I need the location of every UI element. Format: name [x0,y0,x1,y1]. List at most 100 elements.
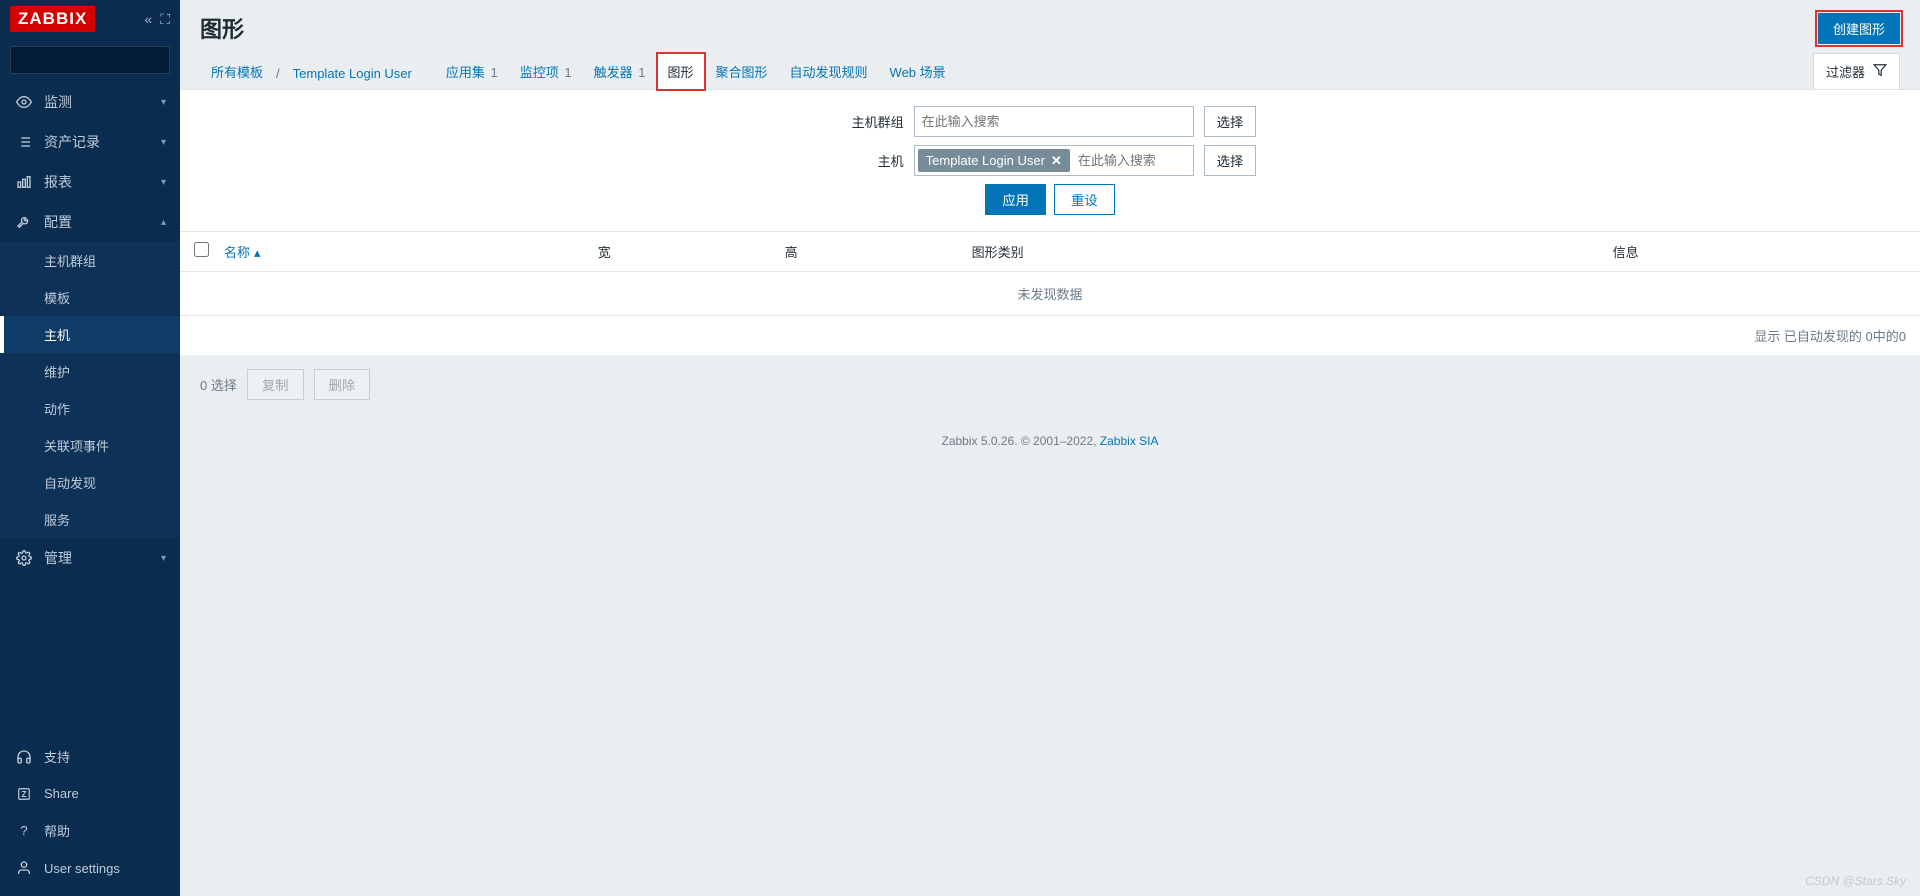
footer-prefix: Zabbix 5.0.26. © 2001–2022, [942,434,1100,448]
list-icon [14,134,34,150]
host-tag[interactable]: Template Login User ✕ [918,149,1070,172]
apply-button[interactable]: 应用 [985,184,1046,215]
chevron-down-icon: ▾ [161,137,166,148]
subnav-actions[interactable]: 动作 [0,390,180,427]
nav-label: 帮助 [44,821,70,840]
footer: Zabbix 5.0.26. © 2001–2022, Zabbix SIA [180,414,1920,452]
page-header: 图形 创建图形 [180,0,1920,52]
eye-icon [14,94,34,110]
footer-link[interactable]: Zabbix SIA [1100,434,1159,448]
breadcrumb-sep: / [274,58,282,89]
nav: 监测 ▾ 资产记录 ▾ 报表 ▾ 配置 ▴ 主机群组 模板 主机 维护 动作 关… [0,82,180,737]
col-name[interactable]: 名称▴ [224,242,598,261]
filter-host-label: 主机 [844,145,904,170]
nav-label: 配置 [44,212,72,232]
breadcrumb-template[interactable]: Template Login User [282,57,423,89]
nav-support[interactable]: 支持 [0,737,180,776]
collapse-icon[interactable]: « [144,11,152,28]
bottom-nav: 支持 Z Share ? 帮助 User settings [0,737,180,896]
tab-discovery[interactable]: 自动发现规则 [779,53,879,89]
subnav-correlation[interactable]: 关联项事件 [0,427,180,464]
table-empty: 未发现数据 [180,272,1920,316]
sort-asc-icon: ▴ [254,245,261,260]
nav-help[interactable]: ? 帮助 [0,811,180,850]
config-subnav: 主机群组 模板 主机 维护 动作 关联项事件 自动发现 服务 [0,242,180,538]
chevron-down-icon: ▾ [161,177,166,188]
nav-label: 监测 [44,92,72,112]
nav-inventory[interactable]: 资产记录 ▾ [0,122,180,162]
user-icon [14,860,34,876]
watermark: CSDN @Stars.Sky [1805,874,1906,888]
chevron-down-icon: ▾ [161,553,166,564]
nav-label: 支持 [44,747,70,766]
nav-label: User settings [44,861,120,876]
filter-host-input[interactable]: Template Login User ✕ [914,145,1194,176]
nav-user-settings[interactable]: User settings [0,850,180,886]
data-table: 名称▴ 宽 高 图形类别 信息 未发现数据 显示 已自动发现的 0中的0 [180,232,1920,355]
expand-icon[interactable]: ⛶ [160,11,170,28]
select-host-button[interactable]: 选择 [1204,145,1257,176]
filter-hostgroup-label: 主机群组 [844,106,904,131]
copy-button[interactable]: 复制 [247,369,304,400]
search-input[interactable] [19,53,196,68]
subnav-discovery[interactable]: 自动发现 [0,464,180,501]
nav-monitoring[interactable]: 监测 ▾ [0,82,180,122]
host-search[interactable] [1074,149,1190,172]
nav-config[interactable]: 配置 ▴ [0,202,180,242]
tab-items[interactable]: 监控项 1 [509,53,583,89]
chevron-down-icon: ▾ [161,97,166,108]
create-graph-button[interactable]: 创建图形 [1818,13,1900,44]
reset-button[interactable]: 重设 [1054,184,1115,215]
nav-label: 资产记录 [44,132,100,152]
filter-panel: 主机群组 选择 主机 Template Login User ✕ 选择 应用 重… [180,90,1920,232]
action-bar: 0 选择 复制 删除 [180,355,1920,414]
main-content: 图形 创建图形 所有模板 / Template Login User 应用集 1… [180,0,1920,896]
hostgroup-search[interactable] [918,110,1190,133]
search-box[interactable] [10,46,170,74]
nav-label: 报表 [44,172,72,192]
headphones-icon [14,749,34,765]
page-title: 图形 [200,12,244,44]
table-head: 名称▴ 宽 高 图形类别 信息 [180,232,1920,272]
tab-applications[interactable]: 应用集 1 [435,53,509,89]
select-all-checkbox[interactable] [194,242,209,257]
nav-label: Share [44,786,79,801]
z-icon: Z [14,787,34,801]
nav-label: 管理 [44,548,72,568]
subnav-maintenance[interactable]: 维护 [0,353,180,390]
tab-screens[interactable]: 聚合图形 [705,53,779,89]
wrench-icon [14,214,34,230]
table-footer: 显示 已自动发现的 0中的0 [180,316,1920,355]
logo[interactable]: ZABBIX [10,6,95,32]
tab-triggers[interactable]: 触发器 1 [583,53,657,89]
tab-graphs[interactable]: 图形 [657,53,705,90]
sidebar: ZABBIX « ⛶ 监测 ▾ 资产记录 ▾ 报表 ▾ 配置 ▴ [0,0,180,896]
filter-toggle[interactable]: 过滤器 [1813,53,1900,89]
tabs-nav: 所有模板 / Template Login User 应用集 1 监控项 1 触… [180,52,1920,90]
breadcrumb-all-templates[interactable]: 所有模板 [200,53,274,89]
delete-button[interactable]: 删除 [314,369,371,400]
select-hostgroup-button[interactable]: 选择 [1204,106,1257,137]
subnav-templates[interactable]: 模板 [0,279,180,316]
col-height[interactable]: 高 [785,242,972,261]
col-type[interactable]: 图形类别 [972,242,1346,261]
col-width[interactable]: 宽 [598,242,785,261]
svg-text:Z: Z [22,789,27,798]
subnav-hosts[interactable]: 主机 [0,316,180,353]
subnav-hostgroups[interactable]: 主机群组 [0,242,180,279]
tag-remove-icon[interactable]: ✕ [1051,153,1062,169]
tag-text: Template Login User [926,153,1045,168]
filter-icon [1873,63,1887,80]
chevron-up-icon: ▴ [161,217,166,228]
tab-web[interactable]: Web 场景 [879,53,957,89]
filter-label: 过滤器 [1826,62,1865,81]
subnav-services[interactable]: 服务 [0,501,180,538]
selected-count: 0 选择 [200,375,237,394]
filter-hostgroup-input[interactable] [914,106,1194,137]
nav-reports[interactable]: 报表 ▾ [0,162,180,202]
gear-icon [14,550,34,566]
nav-admin[interactable]: 管理 ▾ [0,538,180,578]
col-info: 信息 [1345,242,1906,261]
sidebar-header: ZABBIX « ⛶ [0,0,180,38]
nav-share[interactable]: Z Share [0,776,180,811]
